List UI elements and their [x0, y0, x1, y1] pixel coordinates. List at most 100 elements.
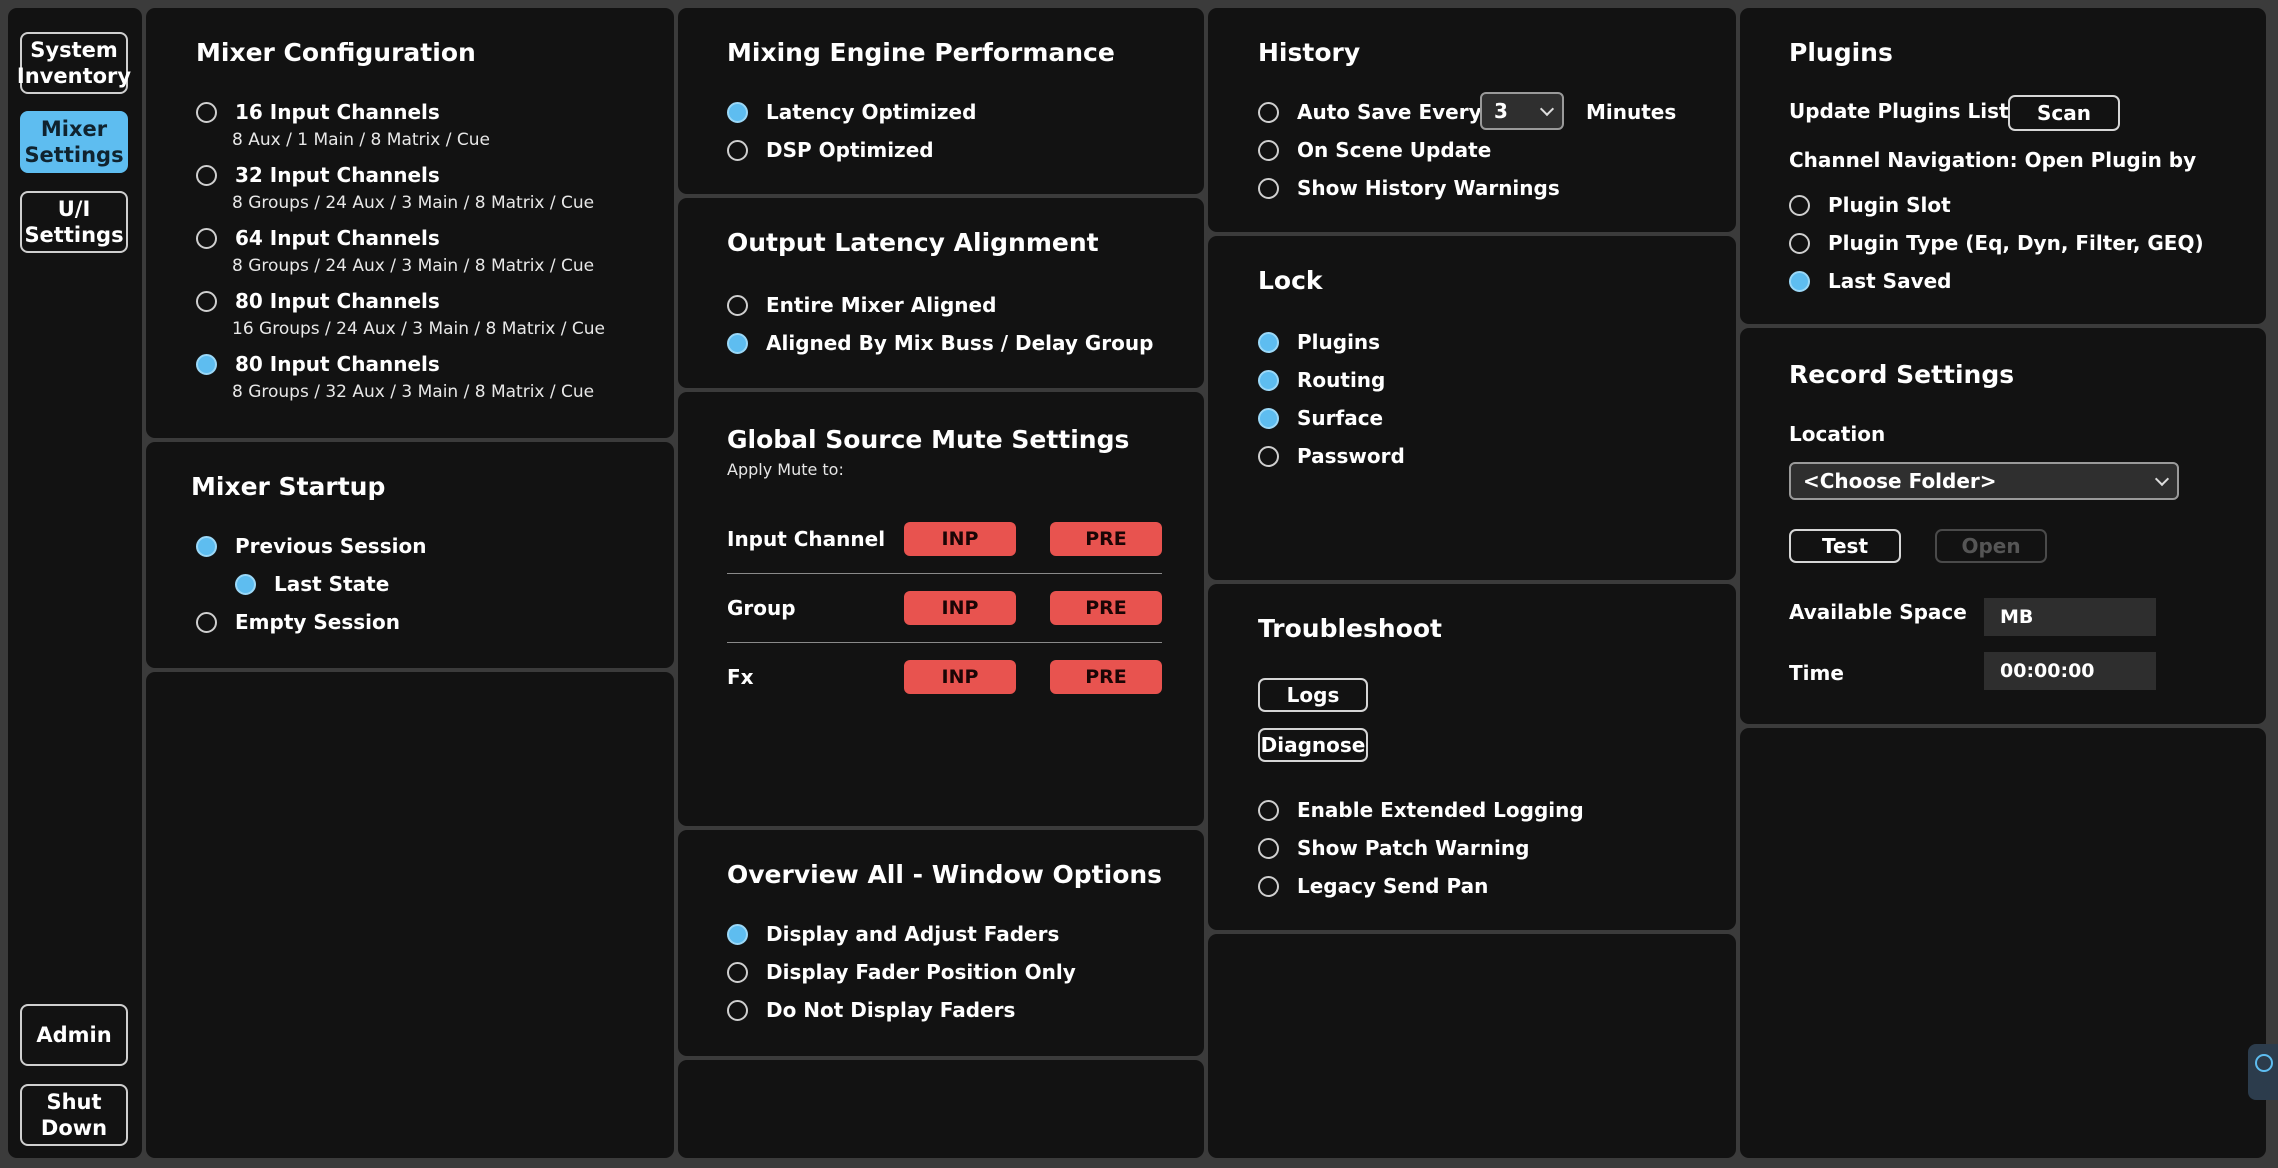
radio-icon: [1258, 875, 1279, 897]
patch-warning-option[interactable]: Show Patch Warning: [1258, 836, 1529, 860]
history-auto-save[interactable]: Auto Save Every: [1258, 100, 1482, 124]
history-show-warnings[interactable]: Show History Warnings: [1258, 176, 1560, 200]
mute-fx-pre-button[interactable]: PRE: [1050, 660, 1162, 694]
radio-icon: [1258, 331, 1279, 353]
panel-title: Output Latency Alignment: [727, 228, 1099, 257]
update-plugins-label: Update Plugins List: [1789, 99, 2009, 123]
radio-icon: [727, 961, 748, 983]
mixer-startup-panel: Mixer Startup Previous Session Last Stat…: [146, 442, 674, 668]
record-folder-select[interactable]: <Choose Folder>: [1789, 462, 2179, 500]
open-by-last-saved[interactable]: Last Saved: [1789, 269, 1952, 293]
test-button[interactable]: Test: [1789, 529, 1901, 563]
radio-icon: [1258, 407, 1279, 429]
mute-row-label: Fx: [727, 665, 754, 689]
mute-fx-inp-button[interactable]: INP: [904, 660, 1016, 694]
mixing-engine-performance-panel: Mixing Engine Performance Latency Optimi…: [678, 8, 1204, 194]
startup-empty-session[interactable]: Empty Session: [196, 610, 400, 634]
radio-icon: [1258, 445, 1279, 467]
radio-icon: [727, 139, 748, 161]
location-label: Location: [1789, 422, 1886, 446]
config-option-sub: 8 Groups / 24 Aux / 3 Main / 8 Matrix / …: [232, 256, 595, 276]
mute-subtitle: Apply Mute to:: [727, 460, 844, 479]
mute-group-pre-button[interactable]: PRE: [1050, 591, 1162, 625]
available-space-value: MB: [1984, 598, 2156, 636]
overview-window-options-panel: Overview All - Window Options Display an…: [678, 830, 1204, 1056]
mute-row-label: Group: [727, 596, 796, 620]
panel-title: Record Settings: [1789, 360, 2015, 389]
auto-save-interval-select[interactable]: 3: [1480, 92, 1564, 130]
lock-surface[interactable]: Surface: [1258, 406, 1383, 430]
available-space-label: Available Space: [1789, 600, 1967, 624]
radio-icon: [1258, 369, 1279, 391]
panel-title: Mixing Engine Performance: [727, 38, 1115, 67]
engine-latency-optimized[interactable]: Latency Optimized: [727, 100, 976, 124]
logs-button[interactable]: Logs: [1258, 678, 1368, 712]
radio-icon: [196, 290, 217, 312]
empty-panel: [1208, 934, 1736, 1158]
admin-button[interactable]: Admin: [20, 1004, 128, 1066]
open-by-plugin-type[interactable]: Plugin Type (Eq, Dyn, Filter, GEQ): [1789, 231, 2204, 255]
history-on-scene-update[interactable]: On Scene Update: [1258, 138, 1491, 162]
divider: [727, 573, 1162, 574]
left-nav: System Inventory Mixer Settings U/I Sett…: [8, 8, 142, 1158]
channel-navigation-label: Channel Navigation: Open Plugin by: [1789, 148, 2197, 172]
config-option-32[interactable]: 32 Input Channels: [196, 163, 440, 187]
engine-dsp-optimized[interactable]: DSP Optimized: [727, 138, 934, 162]
config-option-80a[interactable]: 80 Input Channels: [196, 289, 440, 313]
history-panel: History Auto Save Every 3 Minutes On Sce…: [1208, 8, 1736, 232]
radio-icon: [196, 164, 217, 186]
startup-last-state[interactable]: Last State: [235, 572, 389, 596]
lock-plugins[interactable]: Plugins: [1258, 330, 1380, 354]
open-button[interactable]: Open: [1935, 529, 2047, 563]
radio-icon: [727, 923, 748, 945]
panel-title: Mixer Configuration: [196, 38, 476, 67]
open-by-plugin-slot[interactable]: Plugin Slot: [1789, 193, 1951, 217]
extended-logging-option[interactable]: Enable Extended Logging: [1258, 798, 1584, 822]
mute-input-inp-button[interactable]: INP: [904, 522, 1016, 556]
empty-panel: [146, 672, 674, 1158]
latency-entire-mixer[interactable]: Entire Mixer Aligned: [727, 293, 996, 317]
troubleshoot-panel: Troubleshoot Logs Diagnose Enable Extend…: [1208, 584, 1736, 930]
config-option-16[interactable]: 16 Input Channels: [196, 100, 440, 124]
panel-title: History: [1258, 38, 1361, 67]
radio-icon: [235, 573, 256, 595]
diagnose-button[interactable]: Diagnose: [1258, 728, 1368, 762]
config-option-sub: 8 Aux / 1 Main / 8 Matrix / Cue: [232, 130, 490, 150]
legacy-send-pan-option[interactable]: Legacy Send Pan: [1258, 874, 1488, 898]
scan-button[interactable]: Scan: [2008, 95, 2120, 131]
mute-group-inp-button[interactable]: INP: [904, 591, 1016, 625]
radio-icon: [1789, 270, 1810, 292]
overview-display-adjust[interactable]: Display and Adjust Faders: [727, 922, 1059, 946]
radio-icon: [727, 332, 748, 354]
shut-down-button[interactable]: Shut Down: [20, 1084, 128, 1146]
minutes-label: Minutes: [1586, 100, 1677, 124]
global-source-mute-panel: Global Source Mute Settings Apply Mute t…: [678, 392, 1204, 826]
radio-icon: [196, 611, 217, 633]
radio-icon: [1258, 837, 1279, 859]
empty-panel: [1740, 728, 2266, 1158]
overview-position-only[interactable]: Display Fader Position Only: [727, 960, 1076, 984]
radio-icon: [196, 101, 217, 123]
lock-routing[interactable]: Routing: [1258, 368, 1385, 392]
overview-no-display[interactable]: Do Not Display Faders: [727, 998, 1015, 1022]
lock-password[interactable]: Password: [1258, 444, 1405, 468]
config-option-sub: 8 Groups / 24 Aux / 3 Main / 8 Matrix / …: [232, 193, 595, 213]
ui-settings-button[interactable]: U/I Settings: [20, 191, 128, 253]
mute-row-label: Input Channel: [727, 527, 886, 551]
system-inventory-button[interactable]: System Inventory: [17, 32, 131, 94]
panel-title: Overview All - Window Options: [727, 860, 1163, 889]
config-option-64[interactable]: 64 Input Channels: [196, 226, 440, 250]
radio-icon: [1258, 799, 1279, 821]
config-option-80b[interactable]: 80 Input Channels: [196, 352, 440, 376]
radio-icon: [1258, 177, 1279, 199]
time-value: 00:00:00: [1984, 652, 2156, 690]
panel-title: Global Source Mute Settings: [727, 425, 1130, 454]
latency-by-mix-buss[interactable]: Aligned By Mix Buss / Delay Group: [727, 331, 1153, 355]
radio-icon: [1789, 194, 1810, 216]
side-handle[interactable]: [2248, 1044, 2278, 1100]
startup-previous-session[interactable]: Previous Session: [196, 534, 426, 558]
output-latency-alignment-panel: Output Latency Alignment Entire Mixer Al…: [678, 198, 1204, 388]
mixer-settings-button[interactable]: Mixer Settings: [20, 111, 128, 173]
mute-input-pre-button[interactable]: PRE: [1050, 522, 1162, 556]
mixer-configuration-panel: Mixer Configuration 16 Input Channels 8 …: [146, 8, 674, 438]
